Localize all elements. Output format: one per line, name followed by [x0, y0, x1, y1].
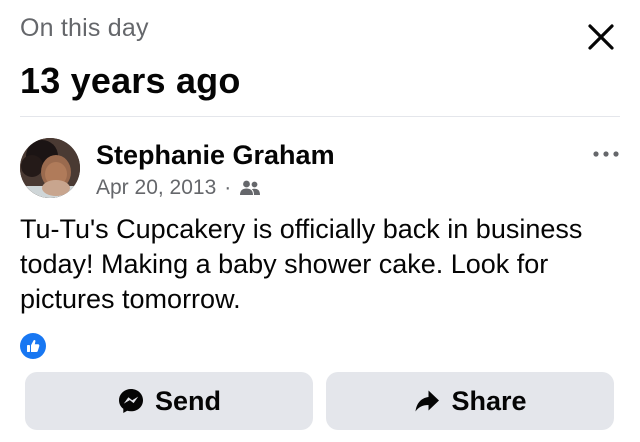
years-ago-title: 13 years ago: [20, 60, 241, 101]
meta-separator: ·: [224, 176, 232, 199]
share-arrow-icon: [415, 390, 440, 412]
divider: [20, 116, 620, 117]
share-label: Share: [451, 385, 527, 416]
post-date[interactable]: Apr 20, 2013: [96, 176, 216, 200]
post-meta: Apr 20, 2013 ·: [96, 176, 261, 200]
memory-header: On this day 13 years ago: [20, 12, 620, 102]
post-text: Tu-Tu's Cupcakery is officially back in …: [20, 214, 583, 314]
like-reaction[interactable]: [20, 333, 46, 359]
share-button[interactable]: Share: [326, 372, 614, 430]
avatar[interactable]: [20, 138, 80, 198]
more-options-button[interactable]: [590, 144, 622, 164]
profile-photo: [20, 138, 80, 198]
close-button[interactable]: [584, 20, 618, 54]
friends-icon: [240, 180, 261, 195]
messenger-icon: [118, 389, 143, 413]
send-button[interactable]: Send: [25, 372, 313, 430]
more-horizontal-icon: [593, 151, 619, 157]
send-label: Send: [154, 385, 221, 416]
like-icon: [27, 340, 40, 352]
close-icon: [588, 24, 614, 50]
on-this-day-label: On this day: [20, 14, 149, 42]
author-name[interactable]: Stephanie Graham: [96, 140, 335, 171]
